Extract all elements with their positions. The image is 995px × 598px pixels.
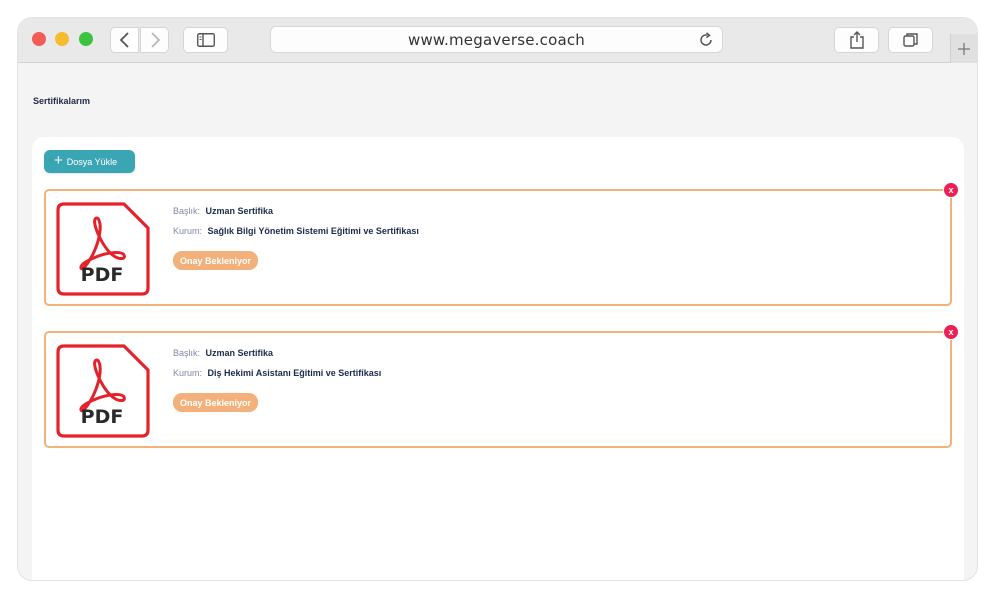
url-text: www.megaverse.coach (407, 30, 585, 49)
title-value: Uzman Sertifika (205, 348, 274, 358)
certificates-panel: + Dosya Yükle PDF Başlık: Uzman Sertifik… (32, 137, 964, 580)
new-tab-button[interactable] (950, 34, 977, 63)
org-value: Sağlık Bilgi Yönetim Sistemi Eğitimi ve … (207, 226, 419, 236)
share-icon (849, 31, 864, 49)
tabs-icon (902, 33, 918, 47)
title-label: Başlık: (173, 348, 201, 358)
pdf-file-icon: PDF (56, 344, 150, 438)
sidebar-icon (196, 33, 215, 47)
reload-icon[interactable] (698, 32, 714, 48)
forward-button[interactable] (140, 27, 169, 53)
pdf-label: PDF (81, 406, 124, 428)
title-label: Başlık: (173, 206, 201, 216)
certificate-card[interactable]: PDF Başlık: Uzman Sertifika Kurum: Sağlı… (44, 182, 959, 306)
address-bar[interactable]: www.megaverse.coach (270, 26, 723, 53)
plus-icon (958, 42, 970, 55)
upload-button-label: Dosya Yükle (66, 156, 118, 167)
browser-window: www.megaverse.coach Sertifikalarım + Dos… (18, 18, 977, 580)
browser-toolbar: www.megaverse.coach (18, 18, 977, 63)
remove-certificate-button[interactable]: x (943, 182, 959, 198)
org-label: Kurum: (173, 226, 203, 236)
certificate-org-row: Kurum: Sağlık Bilgi Yönetim Sistemi Eğit… (173, 226, 419, 236)
certificate-title-row: Başlık: Uzman Sertifika (173, 348, 273, 358)
page-title: Sertifikalarım (33, 96, 91, 106)
chevron-left-icon (119, 32, 129, 48)
status-badge: Onay Bekleniyor (173, 393, 259, 412)
org-value: Diş Hekimi Asistanı Eğitimi ve Sertifika… (207, 368, 382, 378)
sidebar-toggle-button[interactable] (183, 27, 228, 53)
close-icon: x (948, 185, 954, 195)
plus-icon: + (54, 152, 63, 169)
upload-file-button[interactable]: + Dosya Yükle (44, 150, 135, 173)
pdf-file-icon: PDF (56, 202, 150, 296)
minimize-window-button[interactable] (55, 32, 69, 46)
tab-overview-button[interactable] (888, 27, 933, 53)
certificate-card[interactable]: PDF Başlık: Uzman Sertifika Kurum: Diş H… (44, 324, 959, 448)
certificate-org-row: Kurum: Diş Hekimi Asistanı Eğitimi ve Se… (173, 368, 381, 378)
title-value: Uzman Sertifika (205, 206, 274, 216)
close-icon: x (948, 327, 954, 337)
zoom-window-button[interactable] (79, 32, 93, 46)
share-button[interactable] (834, 27, 879, 53)
org-label: Kurum: (173, 368, 203, 378)
chevron-right-icon (150, 32, 160, 48)
status-badge: Onay Bekleniyor (173, 251, 259, 270)
certificate-title-row: Başlık: Uzman Sertifika (173, 206, 273, 216)
back-button[interactable] (110, 27, 139, 53)
pdf-label: PDF (81, 264, 124, 286)
close-window-button[interactable] (32, 32, 46, 46)
remove-certificate-button[interactable]: x (943, 324, 959, 340)
